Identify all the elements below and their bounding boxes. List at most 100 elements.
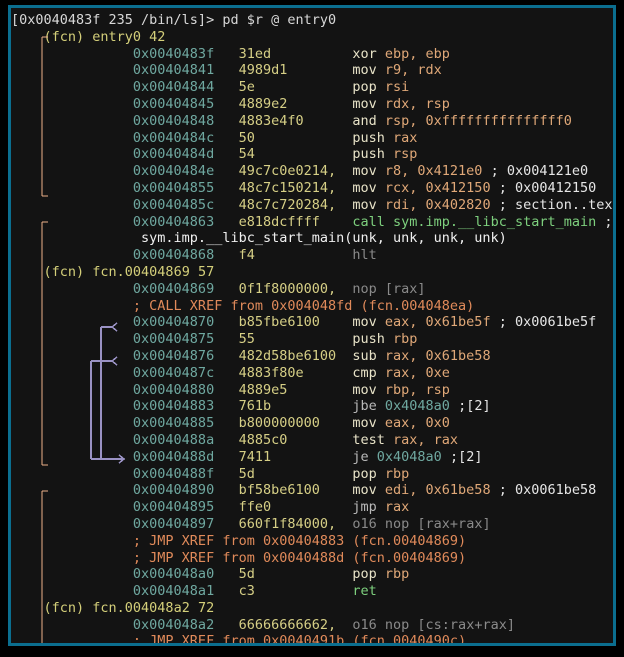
- instruction-row: 0x0040484e 49c7c0e0214, mov r8, 0x4121e0…: [11, 163, 613, 180]
- instruction-bytes: 49c7c0e0214,: [214, 163, 353, 180]
- op-gap: [377, 281, 385, 297]
- instruction-mnemonic: pop: [352, 79, 377, 96]
- instruction-bytes: c3: [214, 583, 353, 600]
- instruction-row: 0x0040485c 48c7c720284, mov rdi, 0x40282…: [11, 197, 613, 214]
- function-header: (fcn) entry0 42: [11, 29, 613, 46]
- instruction-bytes: 4989d1: [214, 62, 353, 79]
- instruction-comment: ; 0x0061be5f: [490, 314, 597, 331]
- instruction-row: 0x00404883 761b jbe 0x4048a0 ;[2]: [11, 398, 613, 415]
- instruction-bytes: f4: [214, 247, 353, 264]
- instruction-address: 0x00404875: [11, 331, 215, 348]
- xref-line: ; JMP XREF from 0x0040488d (fcn.00404869…: [11, 550, 613, 567]
- op-gap: [377, 96, 385, 112]
- instruction-address: 0x004048a1: [11, 583, 215, 600]
- xref-text: ; JMP XREF from 0x0040491b (fcn.0040490c…: [11, 633, 467, 643]
- instruction-mnemonic: o16 nop: [352, 616, 410, 633]
- instruction-mnemonic: pop: [352, 566, 377, 583]
- op-gap: [377, 482, 385, 498]
- instruction-bytes: 482d58be6100: [214, 347, 353, 364]
- instruction-operands: sym.imp.__libc_start_main: [393, 213, 597, 230]
- function-header-label: (fcn) entry0 42: [27, 28, 166, 45]
- instruction-bytes: 5d: [214, 566, 353, 583]
- op-gap: [377, 197, 385, 213]
- instruction-address: 0x0040485c: [11, 196, 215, 213]
- instruction-mnemonic: test: [352, 431, 385, 448]
- instruction-bytes: 4889e2: [214, 95, 353, 112]
- instruction-operands: rbp: [384, 566, 410, 583]
- op-gap: [385, 432, 393, 448]
- instruction-mnemonic: call: [352, 213, 385, 230]
- instruction-row: 0x00404841 4989d1 mov r9, rdx: [11, 62, 613, 79]
- instruction-row: 0x00404880 4889e5 mov rbp, rsp: [11, 382, 613, 399]
- instruction-bytes: e818dcffff: [214, 213, 353, 230]
- instruction-address: 0x00404855: [11, 179, 215, 196]
- instruction-comment: ; 0x004121e0: [482, 163, 589, 180]
- call-args-line: sym.imp.__libc_start_main(unk, unk, unk,…: [11, 230, 613, 247]
- instruction-row: 0x00404868 f4 hlt: [11, 247, 613, 264]
- instruction-operands: rbp: [393, 331, 418, 348]
- xref-line: ; JMP XREF from 0x00404883 (fcn.00404869…: [11, 533, 613, 550]
- xref-line: ; CALL XREF from 0x004048fd (fcn.004048e…: [11, 298, 613, 315]
- op-gap: [385, 214, 393, 230]
- instruction-comment: ;[1]: [604, 213, 613, 230]
- instruction-address: 0x00404848: [11, 112, 215, 129]
- instruction-row: 0x0040488f 5d pop rbp: [11, 466, 613, 483]
- instruction-mnemonic: push: [352, 146, 385, 163]
- instruction-mnemonic: mov: [352, 95, 377, 112]
- instruction-mnemonic: sub: [352, 347, 377, 364]
- instruction-comment: ; 0x0061be58: [490, 482, 597, 499]
- instruction-comment: ;[2]: [441, 448, 483, 465]
- op-gap: [377, 163, 385, 179]
- instruction-bytes: 4883f80e: [214, 364, 353, 381]
- function-header: (fcn) fcn.004048a2 72: [11, 600, 613, 617]
- instruction-bytes: 48c7c150214,: [214, 179, 353, 196]
- instruction-mnemonic: jbe: [352, 398, 377, 415]
- instruction-operands: edi, 0x61be58: [384, 482, 491, 499]
- prompt-line: [0x0040483f 235 /bin/ls]> pd $r @ entry0: [11, 12, 613, 29]
- op-gap: [377, 499, 385, 515]
- instruction-comment: ;[2]: [449, 398, 491, 415]
- instruction-bytes: 66666666662,: [214, 616, 353, 633]
- instruction-mnemonic: mov: [352, 415, 377, 432]
- function-header-label: (fcn) fcn.004048a2 72: [27, 599, 215, 616]
- op-gap: [377, 382, 385, 398]
- instruction-address: 0x00404895: [11, 499, 215, 516]
- instruction-operands: 0x4048a0: [384, 398, 450, 415]
- instruction-operands: rdx, rsp: [384, 95, 450, 112]
- prompt-text: [0x0040483f 235 /bin/ls]> pd $r @ entry0: [11, 12, 337, 28]
- instruction-row: 0x0040487c 4883f80e cmp rax, 0xe: [11, 365, 613, 382]
- function-bracket-gap: [11, 600, 27, 616]
- instruction-address: 0x0040484e: [11, 163, 215, 180]
- instruction-row: 0x00404844 5e pop rsi: [11, 79, 613, 96]
- op-gap: [377, 180, 385, 196]
- instruction-comment: ; section..text: [490, 196, 613, 213]
- op-gap: [377, 348, 385, 364]
- disassembly-screen[interactable]: [0x0040483f 235 /bin/ls]> pd $r @ entry0…: [11, 8, 613, 643]
- instruction-operands: [rax]: [384, 280, 426, 297]
- instruction-address: 0x00404868: [11, 247, 215, 264]
- instruction-address: 0x00404845: [11, 95, 215, 112]
- instruction-row: 0x00404897 660f1f84000, o16 nop [rax+rax…: [11, 516, 613, 533]
- instruction-mnemonic: and: [352, 112, 377, 129]
- instruction-bytes: 761b: [214, 398, 353, 415]
- instruction-bytes: 55: [214, 331, 353, 348]
- op-gap: [377, 398, 385, 414]
- function-bracket-gap: [11, 264, 27, 280]
- instruction-operands: rcx, 0x412150: [384, 179, 491, 196]
- op-gap: [377, 566, 385, 582]
- instruction-address: 0x0040487c: [11, 364, 215, 381]
- instruction-address: 0x004048a0: [11, 566, 215, 583]
- instruction-bytes: bf58be6100: [214, 482, 353, 499]
- instruction-row: 0x004048a2 66666666662, o16 nop [cs:rax+…: [11, 617, 613, 634]
- instruction-mnemonic: jmp: [352, 499, 377, 516]
- instruction-row: 0x00404869 0f1f8000000, nop [rax]: [11, 281, 613, 298]
- instruction-row: 0x00404870 b85fbe6100 mov eax, 0x61be5f …: [11, 314, 613, 331]
- instruction-mnemonic: je: [352, 448, 369, 465]
- function-header-label: (fcn) fcn.00404869 57: [27, 263, 215, 280]
- instruction-mnemonic: mov: [352, 163, 377, 180]
- instruction-mnemonic: mov: [352, 482, 377, 499]
- instruction-mnemonic: mov: [352, 381, 377, 398]
- op-gap: [377, 365, 385, 381]
- instruction-row: 0x0040484d 54 push rsp: [11, 146, 613, 163]
- instruction-operands: rsp: [393, 146, 418, 163]
